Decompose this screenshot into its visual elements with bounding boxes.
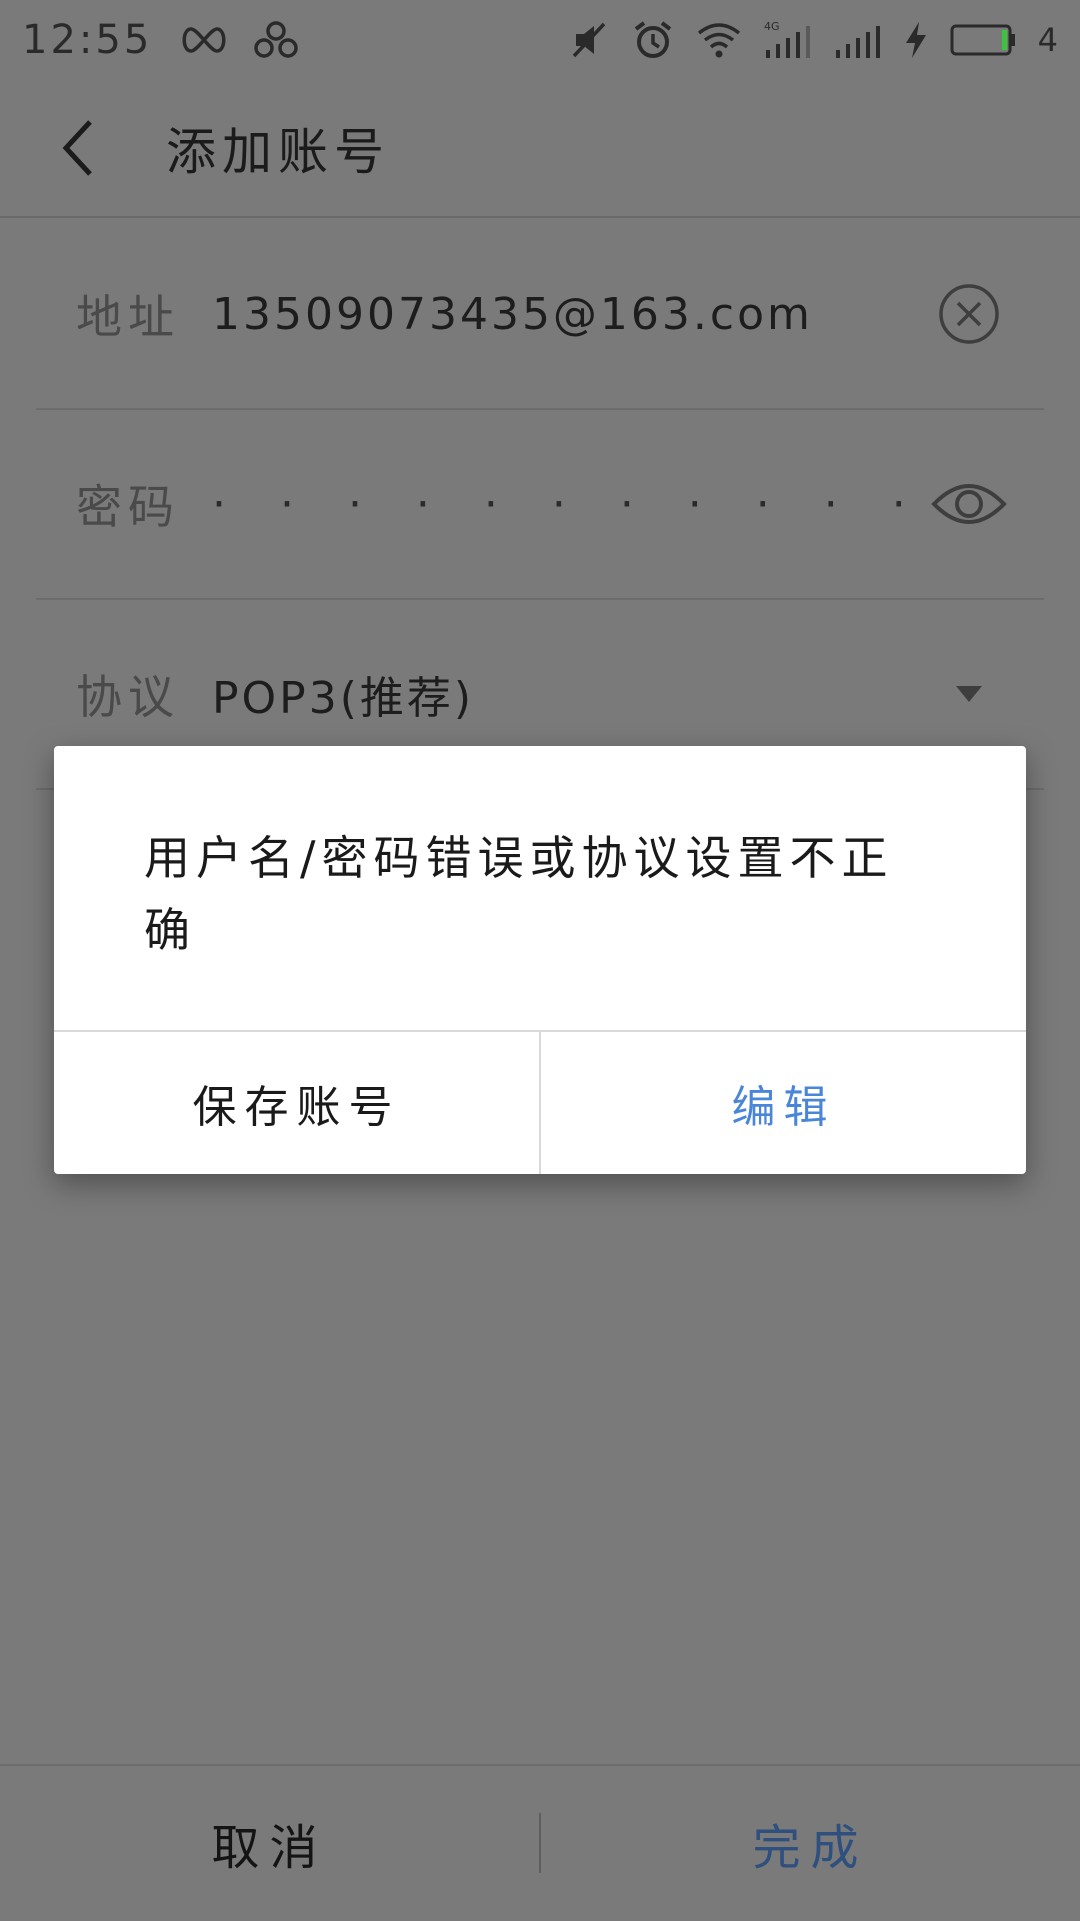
status-right-icons: 4G 4: [570, 19, 1058, 61]
mute-icon: [570, 20, 610, 60]
status-left-icons: [178, 20, 300, 60]
chevron-left-icon: [62, 120, 92, 176]
address-row: 地址 13509073435@163.com: [36, 220, 1044, 410]
clear-button[interactable]: [914, 259, 1024, 369]
dropdown-arrow-icon: [956, 686, 982, 702]
charging-icon: [904, 21, 928, 59]
battery-icon: [950, 23, 1016, 57]
back-button[interactable]: [18, 79, 138, 217]
address-label: 地址: [76, 290, 180, 344]
protocol-label: 协议: [76, 670, 180, 724]
battery-level: 4: [1037, 21, 1058, 59]
page-title: 添加账号: [166, 123, 390, 181]
password-row: 密码 · · · · · · · · · · · ·: [36, 410, 1044, 600]
done-button[interactable]: 完成: [541, 1765, 1080, 1921]
wifi-icon: [696, 21, 742, 59]
password-label: 密码: [76, 480, 180, 534]
add-account-screen: 12:55 4G 4 添加账号 地址 13509073435@163.com 密…: [0, 0, 1080, 1920]
infinity-icon: [178, 25, 230, 55]
signal-4g-icon: 4G: [764, 20, 812, 60]
clear-icon: [939, 284, 999, 344]
edit-button[interactable]: 编辑: [541, 1032, 1026, 1174]
status-time: 12:55: [22, 17, 153, 63]
eye-icon: [931, 484, 1007, 524]
protocol-dropdown-button[interactable]: [914, 639, 1024, 749]
status-bar: 12:55 4G 4: [0, 0, 1080, 80]
alarm-icon: [632, 19, 674, 61]
svg-text:4G: 4G: [764, 20, 780, 33]
cancel-button[interactable]: 取消: [0, 1765, 539, 1921]
password-input[interactable]: · · · · · · · · · · · ·: [212, 479, 914, 530]
cloud-icon: [252, 20, 300, 60]
error-dialog: 用户名/密码错误或协议设置不正确 保存账号 编辑: [54, 746, 1026, 1174]
dialog-message: 用户名/密码错误或协议设置不正确: [144, 831, 894, 957]
dialog-actions: 保存账号 编辑: [54, 1030, 1026, 1174]
protocol-select[interactable]: POP3(推荐): [212, 662, 914, 726]
address-input[interactable]: 13509073435@163.com: [212, 289, 914, 340]
show-password-button[interactable]: [914, 449, 1024, 559]
signal-icon: [834, 20, 882, 60]
save-account-button[interactable]: 保存账号: [54, 1032, 541, 1174]
bottom-action-bar: 取消 完成: [0, 1764, 1080, 1920]
app-bar: 添加账号: [0, 80, 1080, 218]
